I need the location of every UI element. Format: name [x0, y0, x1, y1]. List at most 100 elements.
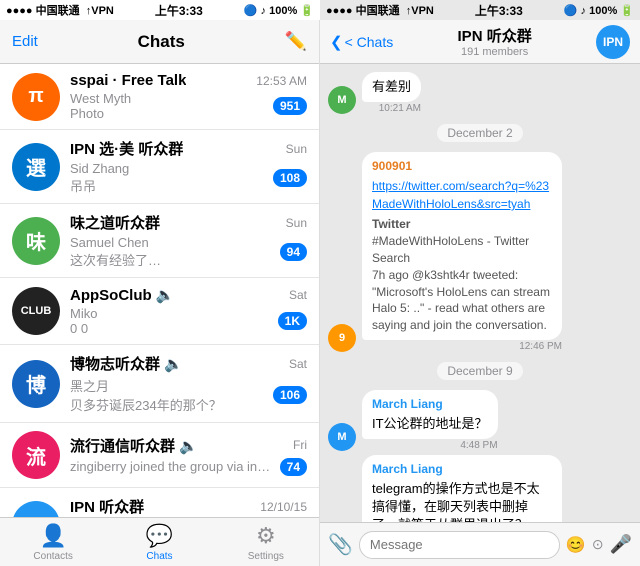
message-text: IT公论群的地址是？ — [372, 416, 488, 431]
message-time: 10:21 AM — [379, 103, 421, 114]
chat-preview: 贝多芬诞辰234年的那个？ — [70, 395, 222, 414]
chat-sender: 黑之月 — [70, 376, 222, 395]
table-row: M March Liang IT公论群的地址是？ 4:48 PM — [328, 390, 632, 451]
chat-time: Fri — [293, 438, 307, 452]
tab-label: Chats — [146, 551, 172, 562]
avatar: 流 — [12, 431, 60, 479]
tab-contacts[interactable]: 👤 Contacts — [0, 523, 106, 562]
left-header: Edit Chats ✏️ — [0, 20, 319, 64]
compose-button[interactable]: ✏️ — [285, 31, 307, 52]
chat-preview: 这次有经验了… — [70, 250, 161, 269]
unread-badge: 1K — [278, 312, 307, 330]
sender-name: March Liang — [372, 461, 552, 478]
emoji-icon[interactable]: 😊 — [566, 535, 586, 555]
list-item[interactable]: CLUB AppSoClub 🔈 Sat Miko 0 0 1K — [0, 278, 319, 345]
unread-badge: 106 — [273, 386, 307, 404]
avatar: IPN — [12, 501, 60, 518]
group-info[interactable]: IPN 听众群 191 members — [399, 25, 590, 58]
table-row: 9 900901 https://twitter.com/search?q=%2… — [328, 152, 632, 352]
chat-preview: Photo — [70, 106, 131, 121]
edit-button[interactable]: Edit — [12, 33, 38, 50]
list-item[interactable]: 博 博物志听众群 🔈 Sat 黑之月 贝多芬诞辰234年的那个？ 106 — [0, 345, 319, 423]
expand-icon[interactable]: ⊙ — [592, 536, 604, 553]
group-avatar: IPN — [596, 25, 630, 59]
tab-settings[interactable]: ⚙ Settings — [213, 523, 319, 562]
status-bar-right: ●●●● 中国联通 ↑VPN 上午3:33 🔵 ♪ 100% 🔋 — [320, 0, 640, 20]
right-panel: ❮ < Chats IPN 听众群 191 members IPN M 有差别 … — [320, 20, 640, 566]
message-list: M 有差别 10:21 AM December 2 9 900901 https… — [320, 64, 640, 522]
date-divider: December 9 — [437, 362, 522, 380]
chat-name: 流行通信听众群 🔈 — [70, 435, 198, 456]
chat-name: IPN 听众群 — [70, 496, 144, 517]
chat-time: Sun — [286, 216, 307, 230]
chat-time: Sun — [286, 142, 307, 156]
chat-info: IPN 听众群 12/10/15 Nick 并不是 — [70, 496, 307, 517]
sender-name: 900901 — [372, 158, 552, 175]
tab-chats[interactable]: 💬 Chats — [106, 523, 212, 562]
message-bubble: March Liang telegram的操作方式也是不太搞得懂，在聊天列表中删… — [362, 455, 562, 522]
avatar: 選 — [12, 143, 60, 191]
message-time: 4:48 PM — [460, 440, 497, 451]
tab-label: Settings — [248, 551, 284, 562]
message-input[interactable] — [359, 531, 560, 559]
tab-label: Contacts — [33, 551, 72, 562]
chat-name: AppSoClub 🔈 — [70, 286, 175, 304]
chat-time: Sat — [289, 357, 307, 371]
list-item[interactable]: 味 味之道听众群 Sun Samuel Chen 这次有经验了… 94 — [0, 204, 319, 278]
chat-sender: West Myth — [70, 91, 131, 106]
message-bubble: 有差别 — [362, 72, 421, 102]
back-button[interactable]: ❮ < Chats — [330, 33, 393, 51]
list-item[interactable]: 選 IPN 选·美 听众群 Sun Sid Zhang 吊吊 108 — [0, 130, 319, 204]
chat-info: IPN 选·美 听众群 Sun Sid Zhang 吊吊 108 — [70, 138, 307, 195]
chat-preview: 吊吊 — [70, 176, 129, 195]
date-divider: December 2 — [437, 124, 522, 142]
msg-avatar: M — [328, 86, 356, 114]
message-bubble: March Liang IT公论群的地址是？ — [362, 390, 498, 439]
list-item[interactable]: 流 流行通信听众群 🔈 Fri zingiberry joined the gr… — [0, 423, 319, 488]
chat-info: 博物志听众群 🔈 Sat 黑之月 贝多芬诞辰234年的那个？ 106 — [70, 353, 307, 414]
chat-name: 味之道听众群 — [70, 212, 160, 233]
chat-name: sspai · Free Talk — [70, 72, 186, 89]
input-bar: 📎 😊 ⊙ 🎤 — [320, 522, 640, 566]
mic-icon[interactable]: 🎤 — [610, 534, 632, 555]
chat-preview: zingiberry joined the group via invite l… — [70, 459, 276, 474]
link-preview: Twitter #MadeWithHoloLens - Twitter Sear… — [372, 216, 552, 334]
chat-name: 博物志听众群 🔈 — [70, 353, 183, 374]
message-text: telegram的操作方式也是不太搞得懂，在聊天列表中删掉了，就等于从群里退出了… — [372, 481, 540, 522]
carrier-right: ●●●● 中国联通 ↑VPN — [326, 2, 434, 18]
chat-preview: 0 0 — [70, 321, 97, 336]
member-count: 191 members — [399, 46, 590, 58]
tab-icon: ⚙ — [256, 523, 276, 549]
back-label: < Chats — [345, 34, 394, 50]
chat-list: π sspai · Free Talk 12:53 AM West Myth P… — [0, 64, 319, 517]
chat-name: IPN 选·美 听众群 — [70, 138, 183, 159]
chat-time: 12/10/15 — [260, 500, 307, 514]
chevron-left-icon: ❮ — [330, 33, 343, 51]
chat-sender: Samuel Chen — [70, 235, 161, 250]
tab-icon: 💬 — [146, 523, 173, 549]
right-header: ❮ < Chats IPN 听众群 191 members IPN — [320, 20, 640, 64]
tab-icon: 👤 — [39, 523, 66, 549]
status-bar-left: ●●●● 中国联通 ↑VPN 上午3:33 🔵 ♪ 100% 🔋 — [0, 0, 320, 20]
list-item[interactable]: IPN IPN 听众群 12/10/15 Nick 并不是 — [0, 488, 319, 517]
chat-info: 味之道听众群 Sun Samuel Chen 这次有经验了… 94 — [70, 212, 307, 269]
msg-avatar: M — [328, 423, 356, 451]
list-item[interactable]: π sspai · Free Talk 12:53 AM West Myth P… — [0, 64, 319, 130]
sender-name: March Liang — [372, 396, 488, 413]
unread-badge: 94 — [280, 243, 307, 261]
attachment-icon[interactable]: 📎 — [328, 532, 353, 557]
status-bar-row: ●●●● 中国联通 ↑VPN 上午3:33 🔵 ♪ 100% 🔋 ●●●● 中国… — [0, 0, 640, 20]
message-text: 有差别 — [372, 79, 411, 94]
avatar: 味 — [12, 217, 60, 265]
table-row: M March Liang telegram的操作方式也是不太搞得懂，在聊天列表… — [328, 455, 632, 522]
time-right: 上午3:33 — [475, 2, 523, 19]
battery-right: 🔵 ♪ 100% 🔋 — [564, 4, 634, 17]
carrier-left: ●●●● 中国联通 ↑VPN — [6, 2, 114, 18]
left-panel: Edit Chats ✏️ π sspai · Free Talk 12:53 … — [0, 20, 320, 566]
chat-sender: Sid Zhang — [70, 161, 129, 176]
msg-avatar: 9 — [328, 324, 356, 352]
message-bubble: 900901 https://twitter.com/search?q=%23M… — [362, 152, 562, 340]
chat-info: sspai · Free Talk 12:53 AM West Myth Pho… — [70, 72, 307, 121]
chat-time: 12:53 AM — [256, 74, 307, 88]
link[interactable]: https://twitter.com/search?q=%23MadeWith… — [372, 179, 549, 211]
